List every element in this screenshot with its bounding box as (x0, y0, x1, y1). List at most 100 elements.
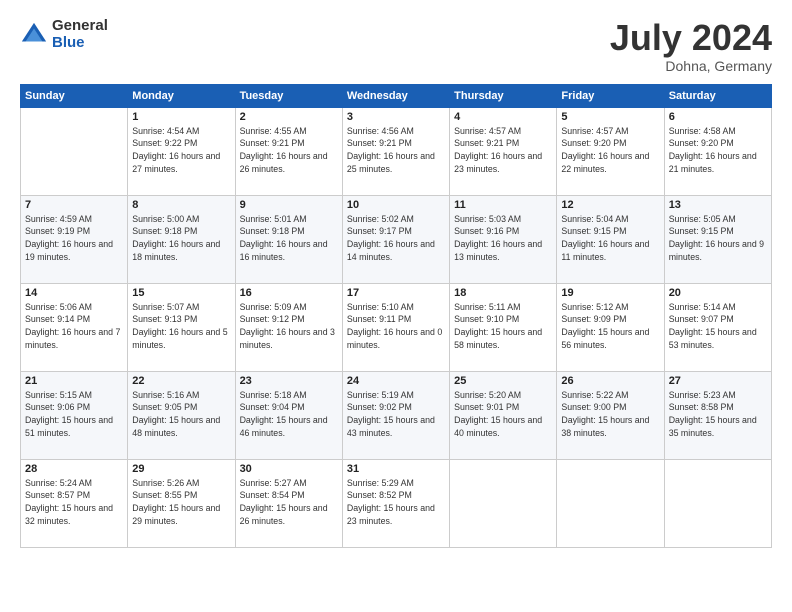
cell-info: Sunrise: 5:18 AMSunset: 9:04 PMDaylight:… (240, 389, 338, 440)
table-row: 2 Sunrise: 4:55 AMSunset: 9:21 PMDaylight… (235, 107, 342, 195)
cell-day-number: 27 (669, 375, 767, 387)
sunrise-text: Sunrise: 5:01 AM (240, 213, 338, 226)
table-row: 1Sunrise: 4:54 AMSunset: 9:22 PMDaylight… (128, 107, 235, 195)
daylight-text: Daylight: 16 hours and 14 minutes. (347, 238, 445, 264)
sunset-text: Sunset: 8:54 PM (240, 489, 338, 502)
cell-info: Sunrise: 4:57 AMSunset: 9:21 PMDaylight:… (454, 125, 552, 176)
table-row (21, 107, 128, 195)
sunset-text: Sunset: 8:58 PM (669, 401, 767, 414)
sunrise-text: Sunrise: 5:26 AM (132, 477, 230, 490)
logo: General Blue (20, 18, 108, 51)
cell-day-number: 13 (669, 199, 767, 211)
location-subtitle: Dohna, Germany (610, 58, 772, 74)
calendar-header-row: Sunday Monday Tuesday Wednesday Thursday… (21, 84, 772, 107)
sunrise-text: Sunrise: 5:14 AM (669, 301, 767, 314)
sunset-text: Sunset: 9:22 PM (132, 137, 230, 150)
table-row: 21Sunrise: 5:15 AMSunset: 9:06 PMDayligh… (21, 371, 128, 459)
cell-day-number: 31 (347, 463, 445, 475)
table-row: 7Sunrise: 4:59 AMSunset: 9:19 PMDaylight… (21, 195, 128, 283)
daylight-text: Daylight: 16 hours and 7 minutes. (25, 326, 123, 352)
cell-info: Sunrise: 4:54 AMSunset: 9:22 PMDaylight:… (132, 125, 230, 176)
table-row: 27 Sunrise: 5:23 AMSunset: 8:58 PMDayligh… (664, 371, 771, 459)
cell-info: Sunrise: 5:23 AMSunset: 8:58 PMDaylight:… (669, 389, 767, 440)
sunset-text: Sunset: 9:16 PM (454, 225, 552, 238)
sunset-text: Sunset: 9:01 PM (454, 401, 552, 414)
daylight-text: Daylight: 16 hours and 0 minutes. (347, 326, 445, 352)
sunset-text: Sunset: 9:04 PM (240, 401, 338, 414)
cell-info: Sunrise: 5:07 AMSunset: 9:13 PMDaylight:… (132, 301, 230, 352)
sunset-text: Sunset: 9:15 PM (669, 225, 767, 238)
cell-info: Sunrise: 4:58 AMSunset: 9:20 PMDaylight:… (669, 125, 767, 176)
cell-info: Sunrise: 4:57 AMSunset: 9:20 PMDaylight:… (561, 125, 659, 176)
sunset-text: Sunset: 9:12 PM (240, 313, 338, 326)
sunset-text: Sunset: 9:18 PM (132, 225, 230, 238)
table-row: 15Sunrise: 5:07 AMSunset: 9:13 PMDayligh… (128, 283, 235, 371)
sunrise-text: Sunrise: 5:19 AM (347, 389, 445, 402)
daylight-text: Daylight: 15 hours and 43 minutes. (347, 414, 445, 440)
table-row: 10Sunrise: 5:02 AMSunset: 9:17 PMDayligh… (342, 195, 449, 283)
cell-day-number: 17 (347, 287, 445, 299)
sunrise-text: Sunrise: 5:07 AM (132, 301, 230, 314)
daylight-text: Daylight: 15 hours and 26 minutes. (240, 502, 338, 528)
table-row: 11Sunrise: 5:03 AMSunset: 9:16 PMDayligh… (450, 195, 557, 283)
sunrise-text: Sunrise: 5:06 AM (25, 301, 123, 314)
daylight-text: Daylight: 15 hours and 46 minutes. (240, 414, 338, 440)
cell-info: Sunrise: 5:05 AMSunset: 9:15 PMDaylight:… (669, 213, 767, 264)
cell-day-number: 23 (240, 375, 338, 387)
title-block: July 2024 Dohna, Germany (610, 18, 772, 74)
table-row: 19Sunrise: 5:12 AMSunset: 9:09 PMDayligh… (557, 283, 664, 371)
sunrise-text: Sunrise: 5:20 AM (454, 389, 552, 402)
cell-day-number: 7 (25, 199, 123, 211)
cell-info: Sunrise: 5:06 AMSunset: 9:14 PMDaylight:… (25, 301, 123, 352)
sunset-text: Sunset: 9:10 PM (454, 313, 552, 326)
sunrise-text: Sunrise: 5:15 AM (25, 389, 123, 402)
sunrise-text: Sunrise: 4:57 AM (454, 125, 552, 138)
cell-day-number: 25 (454, 375, 552, 387)
sunset-text: Sunset: 9:20 PM (561, 137, 659, 150)
daylight-text: Daylight: 16 hours and 11 minutes. (561, 238, 659, 264)
table-row: 16Sunrise: 5:09 AMSunset: 9:12 PMDayligh… (235, 283, 342, 371)
cell-day-number: 26 (561, 375, 659, 387)
cell-info: Sunrise: 5:03 AMSunset: 9:16 PMDaylight:… (454, 213, 552, 264)
cell-day-number: 10 (347, 199, 445, 211)
sunset-text: Sunset: 9:09 PM (561, 313, 659, 326)
table-row: 26 Sunrise: 5:22 AMSunset: 9:00 PMDayligh… (557, 371, 664, 459)
daylight-text: Daylight: 16 hours and 26 minutes. (240, 150, 338, 176)
cell-day-number: 20 (669, 287, 767, 299)
cell-day-number: 29 (132, 463, 230, 475)
table-row: 23 Sunrise: 5:18 AMSunset: 9:04 PMDayligh… (235, 371, 342, 459)
sunrise-text: Sunrise: 5:11 AM (454, 301, 552, 314)
daylight-text: Daylight: 15 hours and 32 minutes. (25, 502, 123, 528)
cell-info: Sunrise: 4:56 AMSunset: 9:21 PMDaylight:… (347, 125, 445, 176)
sunset-text: Sunset: 9:02 PM (347, 401, 445, 414)
col-friday: Friday (557, 84, 664, 107)
daylight-text: Daylight: 15 hours and 58 minutes. (454, 326, 552, 352)
sunrise-text: Sunrise: 5:09 AM (240, 301, 338, 314)
cell-info: Sunrise: 5:22 AMSunset: 9:00 PMDaylight:… (561, 389, 659, 440)
table-row: 22Sunrise: 5:16 AMSunset: 9:05 PMDayligh… (128, 371, 235, 459)
table-row: 20 Sunrise: 5:14 AMSunset: 9:07 PMDayligh… (664, 283, 771, 371)
sunset-text: Sunset: 9:14 PM (25, 313, 123, 326)
daylight-text: Daylight: 16 hours and 23 minutes. (454, 150, 552, 176)
cell-info: Sunrise: 5:12 AMSunset: 9:09 PMDaylight:… (561, 301, 659, 352)
sunrise-text: Sunrise: 5:24 AM (25, 477, 123, 490)
daylight-text: Daylight: 16 hours and 21 minutes. (669, 150, 767, 176)
col-tuesday: Tuesday (235, 84, 342, 107)
daylight-text: Daylight: 15 hours and 38 minutes. (561, 414, 659, 440)
sunset-text: Sunset: 9:21 PM (240, 137, 338, 150)
cell-day-number: 12 (561, 199, 659, 211)
sunrise-text: Sunrise: 4:59 AM (25, 213, 123, 226)
sunrise-text: Sunrise: 5:18 AM (240, 389, 338, 402)
sunrise-text: Sunrise: 5:04 AM (561, 213, 659, 226)
table-row: 18Sunrise: 5:11 AMSunset: 9:10 PMDayligh… (450, 283, 557, 371)
cell-day-number: 3 (347, 111, 445, 123)
cell-day-number: 2 (240, 111, 338, 123)
cell-info: Sunrise: 5:29 AMSunset: 8:52 PMDaylight:… (347, 477, 445, 528)
table-row: 13 Sunrise: 5:05 AMSunset: 9:15 PMDayligh… (664, 195, 771, 283)
cell-info: Sunrise: 5:14 AMSunset: 9:07 PMDaylight:… (669, 301, 767, 352)
daylight-text: Daylight: 16 hours and 22 minutes. (561, 150, 659, 176)
cell-day-number: 24 (347, 375, 445, 387)
sunrise-text: Sunrise: 4:55 AM (240, 125, 338, 138)
sunrise-text: Sunrise: 5:02 AM (347, 213, 445, 226)
cell-info: Sunrise: 5:20 AMSunset: 9:01 PMDaylight:… (454, 389, 552, 440)
